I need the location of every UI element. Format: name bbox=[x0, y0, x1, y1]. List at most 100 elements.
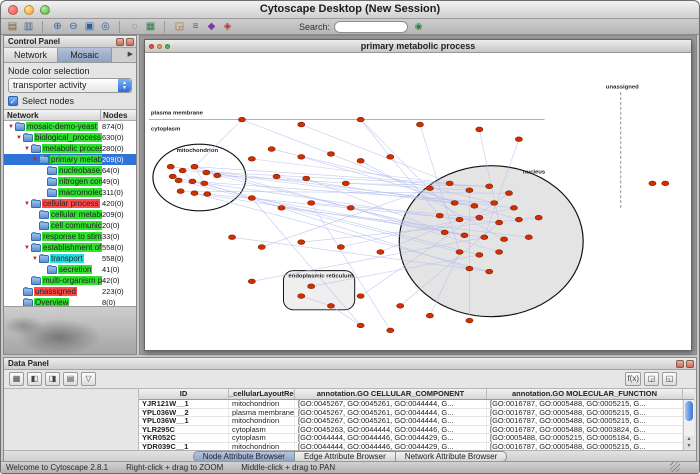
zoom-out-button[interactable]: ⊖ bbox=[66, 20, 81, 34]
network-node[interactable] bbox=[189, 179, 196, 184]
table-row[interactable]: YJR121W__1mitochondrion[GO:0045267, GO:0… bbox=[139, 400, 683, 409]
network-node[interactable] bbox=[273, 174, 280, 179]
network-node[interactable] bbox=[387, 328, 394, 333]
tree-row[interactable]: nitrogen compo...49(0) bbox=[4, 176, 136, 187]
network-node[interactable] bbox=[278, 206, 285, 211]
network-node[interactable] bbox=[451, 201, 458, 206]
network-node[interactable] bbox=[515, 137, 522, 142]
network-edge[interactable] bbox=[242, 120, 331, 154]
tree-row[interactable]: Overview8(0) bbox=[4, 297, 136, 306]
network-node[interactable] bbox=[466, 318, 473, 323]
network-node[interactable] bbox=[426, 186, 433, 191]
network-edge[interactable] bbox=[361, 120, 391, 157]
network-node[interactable] bbox=[466, 266, 473, 271]
network-node[interactable] bbox=[268, 147, 275, 152]
network-node[interactable] bbox=[461, 233, 468, 238]
select-nodes-checkbox[interactable] bbox=[8, 96, 18, 106]
network-node[interactable] bbox=[169, 174, 176, 179]
create-new-attribute-button[interactable]: ◧ bbox=[27, 372, 42, 386]
tree-row[interactable]: cell communica...20(0) bbox=[4, 220, 136, 231]
network-node[interactable] bbox=[446, 181, 453, 186]
table-row[interactable]: YKR052Ccytoplasm[GO:0044444, GO:0044446,… bbox=[139, 434, 683, 443]
network-node[interactable] bbox=[510, 206, 517, 211]
expander-icon[interactable]: ▼ bbox=[15, 135, 23, 141]
network-node[interactable] bbox=[481, 235, 488, 240]
network-node[interactable] bbox=[298, 294, 305, 299]
scrollbar-thumb[interactable] bbox=[685, 401, 693, 421]
zoom-selected-region-button[interactable]: ▣ bbox=[82, 20, 97, 34]
delete-attribute-trash-button[interactable]: ▽ bbox=[81, 372, 96, 386]
tree-row[interactable]: secretion41(0) bbox=[4, 264, 136, 275]
network-node[interactable] bbox=[308, 201, 315, 206]
window-titlebar[interactable]: Cytoscape Desktop (New Session) bbox=[1, 1, 699, 19]
network-close-button[interactable] bbox=[149, 44, 154, 49]
open-attributes-folder-button[interactable]: ◱ bbox=[662, 372, 677, 386]
network-node[interactable] bbox=[476, 127, 483, 132]
resize-grip[interactable] bbox=[670, 462, 680, 472]
network-node[interactable] bbox=[357, 158, 364, 163]
table-row[interactable]: YPL036W__2plasma membrane[GO:0045267, GO… bbox=[139, 409, 683, 418]
network-node[interactable] bbox=[179, 168, 186, 173]
network-node[interactable] bbox=[308, 284, 315, 289]
tree-row[interactable]: ▼mosaic-demo-yeast874(0) bbox=[4, 121, 136, 132]
select-attributes-button[interactable]: ▦ bbox=[9, 372, 24, 386]
column-header[interactable]: annotation.GO MOLECULAR_FUNCTION bbox=[487, 389, 683, 399]
tree-row[interactable]: nucleobase...64(0) bbox=[4, 165, 136, 176]
network-node[interactable] bbox=[238, 117, 245, 122]
network-node[interactable] bbox=[298, 155, 305, 160]
network-node[interactable] bbox=[397, 304, 404, 309]
network-edge[interactable] bbox=[301, 125, 469, 191]
network-node[interactable] bbox=[298, 122, 305, 127]
network-node[interactable] bbox=[486, 269, 493, 274]
expander-icon[interactable]: ▼ bbox=[7, 124, 15, 130]
tab-network[interactable]: Network bbox=[4, 48, 58, 62]
network-node[interactable] bbox=[327, 304, 334, 309]
tree-row[interactable]: ▼metabolic process280(0) bbox=[4, 143, 136, 154]
network-node[interactable] bbox=[357, 117, 364, 122]
new-network-from-selection-button[interactable]: ▦ bbox=[143, 20, 158, 34]
network-node[interactable] bbox=[649, 181, 656, 186]
network-overview-thumbnail[interactable] bbox=[4, 306, 136, 354]
nodes-column-header[interactable]: Nodes bbox=[100, 110, 136, 120]
expander-icon[interactable]: ▼ bbox=[23, 146, 31, 152]
tree-row[interactable]: ▼biological_process630(0) bbox=[4, 132, 136, 143]
column-header[interactable]: ID bbox=[139, 389, 229, 399]
network-node[interactable] bbox=[177, 189, 184, 194]
network-node[interactable] bbox=[525, 235, 532, 240]
network-minimize-button[interactable] bbox=[157, 44, 162, 49]
network-node[interactable] bbox=[471, 204, 478, 209]
network-node[interactable] bbox=[456, 250, 463, 255]
hide-selected-button[interactable]: ◌ bbox=[127, 20, 142, 34]
network-maximize-button[interactable] bbox=[165, 44, 170, 49]
table-row[interactable]: YPL036W__1mitochondrion[GO:0045267, GO:0… bbox=[139, 417, 683, 426]
column-header[interactable]: _cellularLayoutRegion bbox=[229, 389, 295, 399]
network-node[interactable] bbox=[327, 152, 334, 157]
network-window-titlebar[interactable]: primary metabolic process bbox=[145, 40, 691, 53]
search-input[interactable] bbox=[334, 21, 408, 33]
network-node[interactable] bbox=[491, 201, 498, 206]
expander-icon[interactable]: ▼ bbox=[23, 201, 31, 207]
tree-row[interactable]: unassigned223(0) bbox=[4, 286, 136, 297]
network-node[interactable] bbox=[466, 188, 473, 193]
plugin-manager-button[interactable]: ◈ bbox=[220, 20, 235, 34]
network-node[interactable] bbox=[535, 215, 542, 220]
column-header[interactable]: annotation.GO CELLULAR_COMPONENT bbox=[295, 389, 487, 399]
float-panel-button[interactable] bbox=[116, 38, 124, 46]
delete-attributes-button[interactable]: ◨ bbox=[45, 372, 60, 386]
close-window-button[interactable] bbox=[8, 5, 18, 15]
network-node[interactable] bbox=[476, 253, 483, 258]
table-row[interactable]: YLR295Ccytoplasm[GO:0045263, GO:0044444,… bbox=[139, 426, 683, 435]
network-node[interactable] bbox=[387, 155, 394, 160]
table-scrollbar[interactable]: ▲▼ bbox=[683, 400, 694, 450]
import-network-button[interactable]: ◲ bbox=[172, 20, 187, 34]
network-node[interactable] bbox=[500, 237, 507, 242]
tree-row[interactable]: cellular metabo...209(0) bbox=[4, 209, 136, 220]
network-node[interactable] bbox=[377, 250, 384, 255]
tab-overflow-button[interactable]: ▶ bbox=[125, 48, 136, 62]
network-node[interactable] bbox=[426, 313, 433, 318]
open-session-button[interactable]: ▤ bbox=[5, 20, 20, 34]
network-node[interactable] bbox=[204, 192, 211, 197]
network-node[interactable] bbox=[167, 164, 174, 169]
zoom-in-button[interactable]: ⊕ bbox=[50, 20, 65, 34]
table-row[interactable]: YDR039C__1mitochondrion[GO:0044444, GO:0… bbox=[139, 443, 683, 450]
